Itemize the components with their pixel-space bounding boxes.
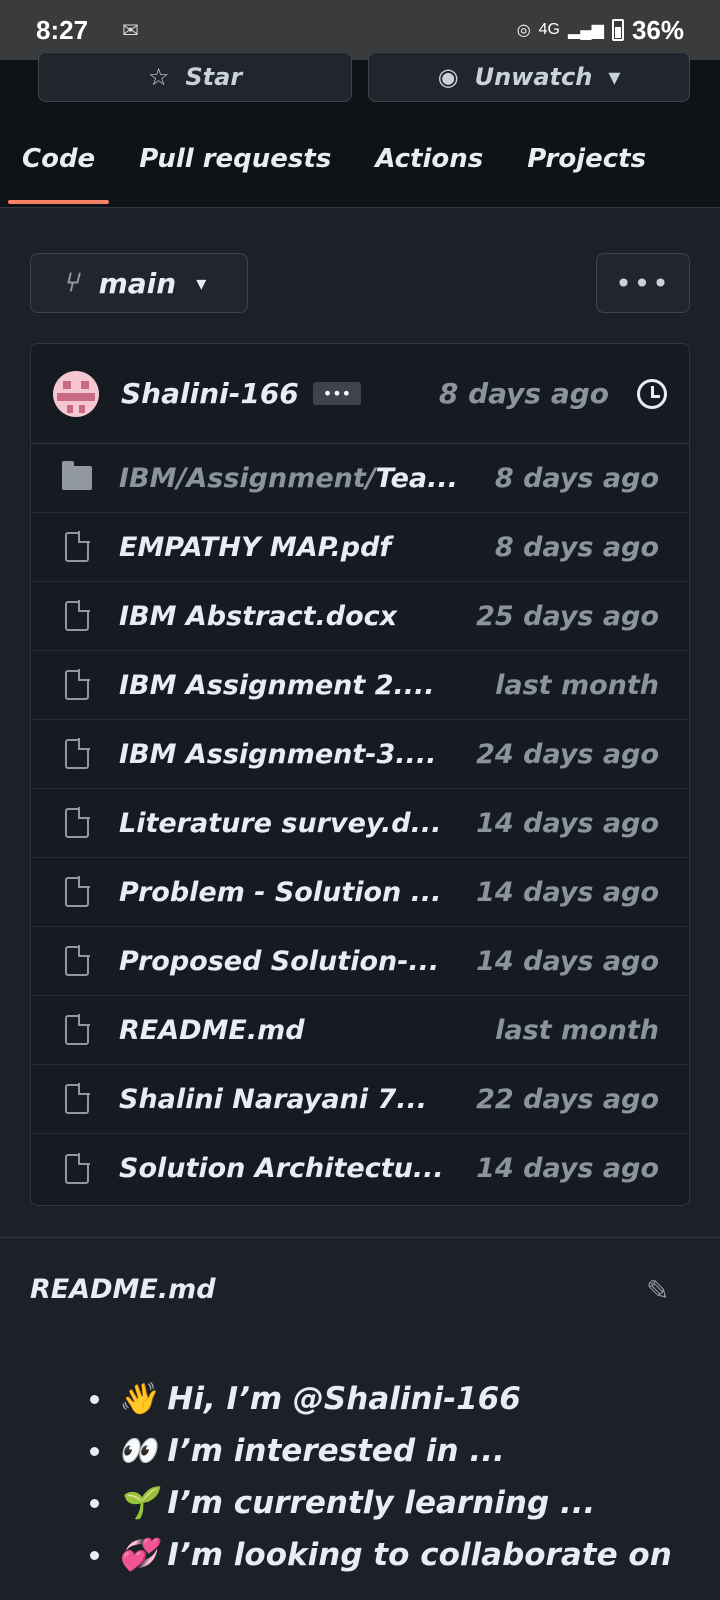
file-time: 8 days ago bbox=[494, 531, 659, 563]
commit-message-toggle[interactable]: ••• bbox=[312, 382, 362, 405]
file-time: last month bbox=[495, 669, 659, 701]
file-icon bbox=[65, 1083, 90, 1114]
file-name: IBM Abstract.docx bbox=[119, 600, 398, 632]
list-item[interactable]: Solution Architectu... 14 days ago bbox=[31, 1134, 689, 1203]
file-time: 8 days ago bbox=[494, 462, 659, 494]
list-item[interactable]: Literature survey.d... 14 days ago bbox=[31, 789, 689, 858]
list-item[interactable]: IBM Abstract.docx 25 days ago bbox=[31, 582, 689, 651]
file-icon bbox=[65, 1014, 90, 1045]
branch-name: main bbox=[98, 266, 177, 300]
avatar bbox=[53, 370, 99, 417]
star-label: Star bbox=[185, 63, 243, 91]
watch-button[interactable]: ◉ Unwatch ▾ bbox=[368, 52, 690, 102]
status-bar: 8:27 ✉ ◎ 4G ▂▄▆ 36% bbox=[0, 0, 720, 60]
tab-code[interactable]: Code bbox=[0, 130, 117, 208]
pencil-icon[interactable]: ✎ bbox=[646, 1274, 669, 1307]
battery-percent: 36% bbox=[631, 14, 684, 45]
file-time: 24 days ago bbox=[476, 738, 659, 770]
gmail-icon: ✉ bbox=[122, 18, 139, 42]
more-options-button[interactable]: ••• bbox=[596, 253, 690, 313]
readme-item: 👀 I’m interested in ... bbox=[90, 1425, 690, 1477]
network-type: 4G bbox=[538, 21, 560, 38]
hotspot-icon: ◎ bbox=[516, 22, 531, 39]
file-name: Solution Architectu... bbox=[119, 1153, 444, 1184]
commit-author[interactable]: Shalini-166 bbox=[121, 377, 299, 410]
repo-header: ☆ Star ◉ Unwatch ▾ Code Pull requests Ac… bbox=[0, 52, 720, 208]
file-icon bbox=[65, 531, 90, 562]
watch-label: Unwatch bbox=[474, 63, 593, 91]
file-time: last month bbox=[495, 1014, 659, 1046]
file-name: Problem - Solution ... bbox=[119, 876, 442, 908]
file-icon bbox=[65, 600, 90, 631]
list-item[interactable]: README.md last month bbox=[31, 996, 689, 1065]
folder-icon bbox=[62, 461, 92, 490]
caret-down-icon: ▾ bbox=[608, 63, 621, 91]
list-item[interactable]: IBM Assignment 2.... last month bbox=[31, 651, 689, 720]
file-time: 14 days ago bbox=[476, 807, 659, 839]
list-item[interactable]: Proposed Solution-... 14 days ago bbox=[31, 927, 689, 996]
readme-panel: README.md ✎ 👋 Hi, I’m @Shalini-166 👀 I’m… bbox=[0, 1237, 720, 1600]
readme-title: README.md bbox=[30, 1274, 216, 1305]
readme-item: 💞️ I’m looking to collaborate on ... bbox=[90, 1529, 690, 1600]
commit-time: 8 days ago bbox=[438, 377, 609, 410]
file-icon bbox=[65, 1152, 90, 1184]
battery-icon bbox=[611, 19, 624, 41]
readme-item: 👋 Hi, I’m @Shalini-166 bbox=[90, 1373, 690, 1425]
repo-tabs: Code Pull requests Actions Projects bbox=[0, 130, 668, 208]
file-name: IBM Assignment 2.... bbox=[119, 669, 435, 701]
file-name: README.md bbox=[119, 1014, 305, 1046]
list-item[interactable]: IBM/Assignment/Tea... 8 days ago bbox=[31, 444, 689, 513]
file-time: 22 days ago bbox=[476, 1083, 659, 1115]
file-icon bbox=[65, 876, 90, 907]
caret-down-icon: ▾ bbox=[196, 271, 207, 295]
eye-icon: ◉ bbox=[437, 63, 459, 91]
file-icon bbox=[65, 945, 90, 976]
file-list: Shalini-166 ••• 8 days ago IBM/Assignmen… bbox=[30, 343, 690, 1206]
file-name: IBM/Assignment/Tea... bbox=[119, 462, 458, 494]
git-branch-icon: ⑂ bbox=[63, 268, 79, 298]
file-name: IBM Assignment-3.... bbox=[119, 738, 437, 770]
history-icon[interactable] bbox=[637, 378, 667, 409]
file-time: 14 days ago bbox=[476, 876, 659, 908]
list-item[interactable]: EMPATHY MAP.pdf 8 days ago bbox=[31, 513, 689, 582]
tab-pull-requests[interactable]: Pull requests bbox=[117, 130, 353, 208]
file-time: 25 days ago bbox=[476, 600, 659, 632]
latest-commit[interactable]: Shalini-166 ••• 8 days ago bbox=[31, 344, 689, 444]
branch-selector[interactable]: ⑂ main ▾ bbox=[30, 253, 248, 313]
file-icon bbox=[65, 669, 90, 700]
status-time: 8:27 bbox=[36, 14, 89, 45]
list-item[interactable]: Shalini Narayani 7... 22 days ago bbox=[31, 1065, 689, 1134]
signal-icon: ▂▄▆ bbox=[568, 22, 604, 39]
file-icon bbox=[65, 807, 90, 838]
readme-list: 👋 Hi, I’m @Shalini-166 👀 I’m interested … bbox=[90, 1373, 690, 1600]
file-name: Literature survey.d... bbox=[119, 807, 442, 839]
file-time: 14 days ago bbox=[476, 945, 659, 977]
star-button[interactable]: ☆ Star bbox=[38, 52, 352, 102]
file-name: EMPATHY MAP.pdf bbox=[119, 531, 392, 563]
file-time: 14 days ago bbox=[476, 1153, 659, 1184]
file-name: Proposed Solution-... bbox=[119, 945, 440, 977]
list-item[interactable]: Problem - Solution ... 14 days ago bbox=[31, 858, 689, 927]
file-icon bbox=[65, 738, 90, 769]
readme-item: 🌱 I’m currently learning ... bbox=[90, 1477, 690, 1529]
status-indicators: ◎ 4G ▂▄▆ 36% bbox=[517, 15, 684, 46]
tab-actions[interactable]: Actions bbox=[353, 130, 505, 208]
star-icon: ☆ bbox=[147, 63, 170, 91]
list-item[interactable]: IBM Assignment-3.... 24 days ago bbox=[31, 720, 689, 789]
file-name: Shalini Narayani 7... bbox=[119, 1083, 428, 1115]
tab-projects[interactable]: Projects bbox=[505, 130, 668, 208]
